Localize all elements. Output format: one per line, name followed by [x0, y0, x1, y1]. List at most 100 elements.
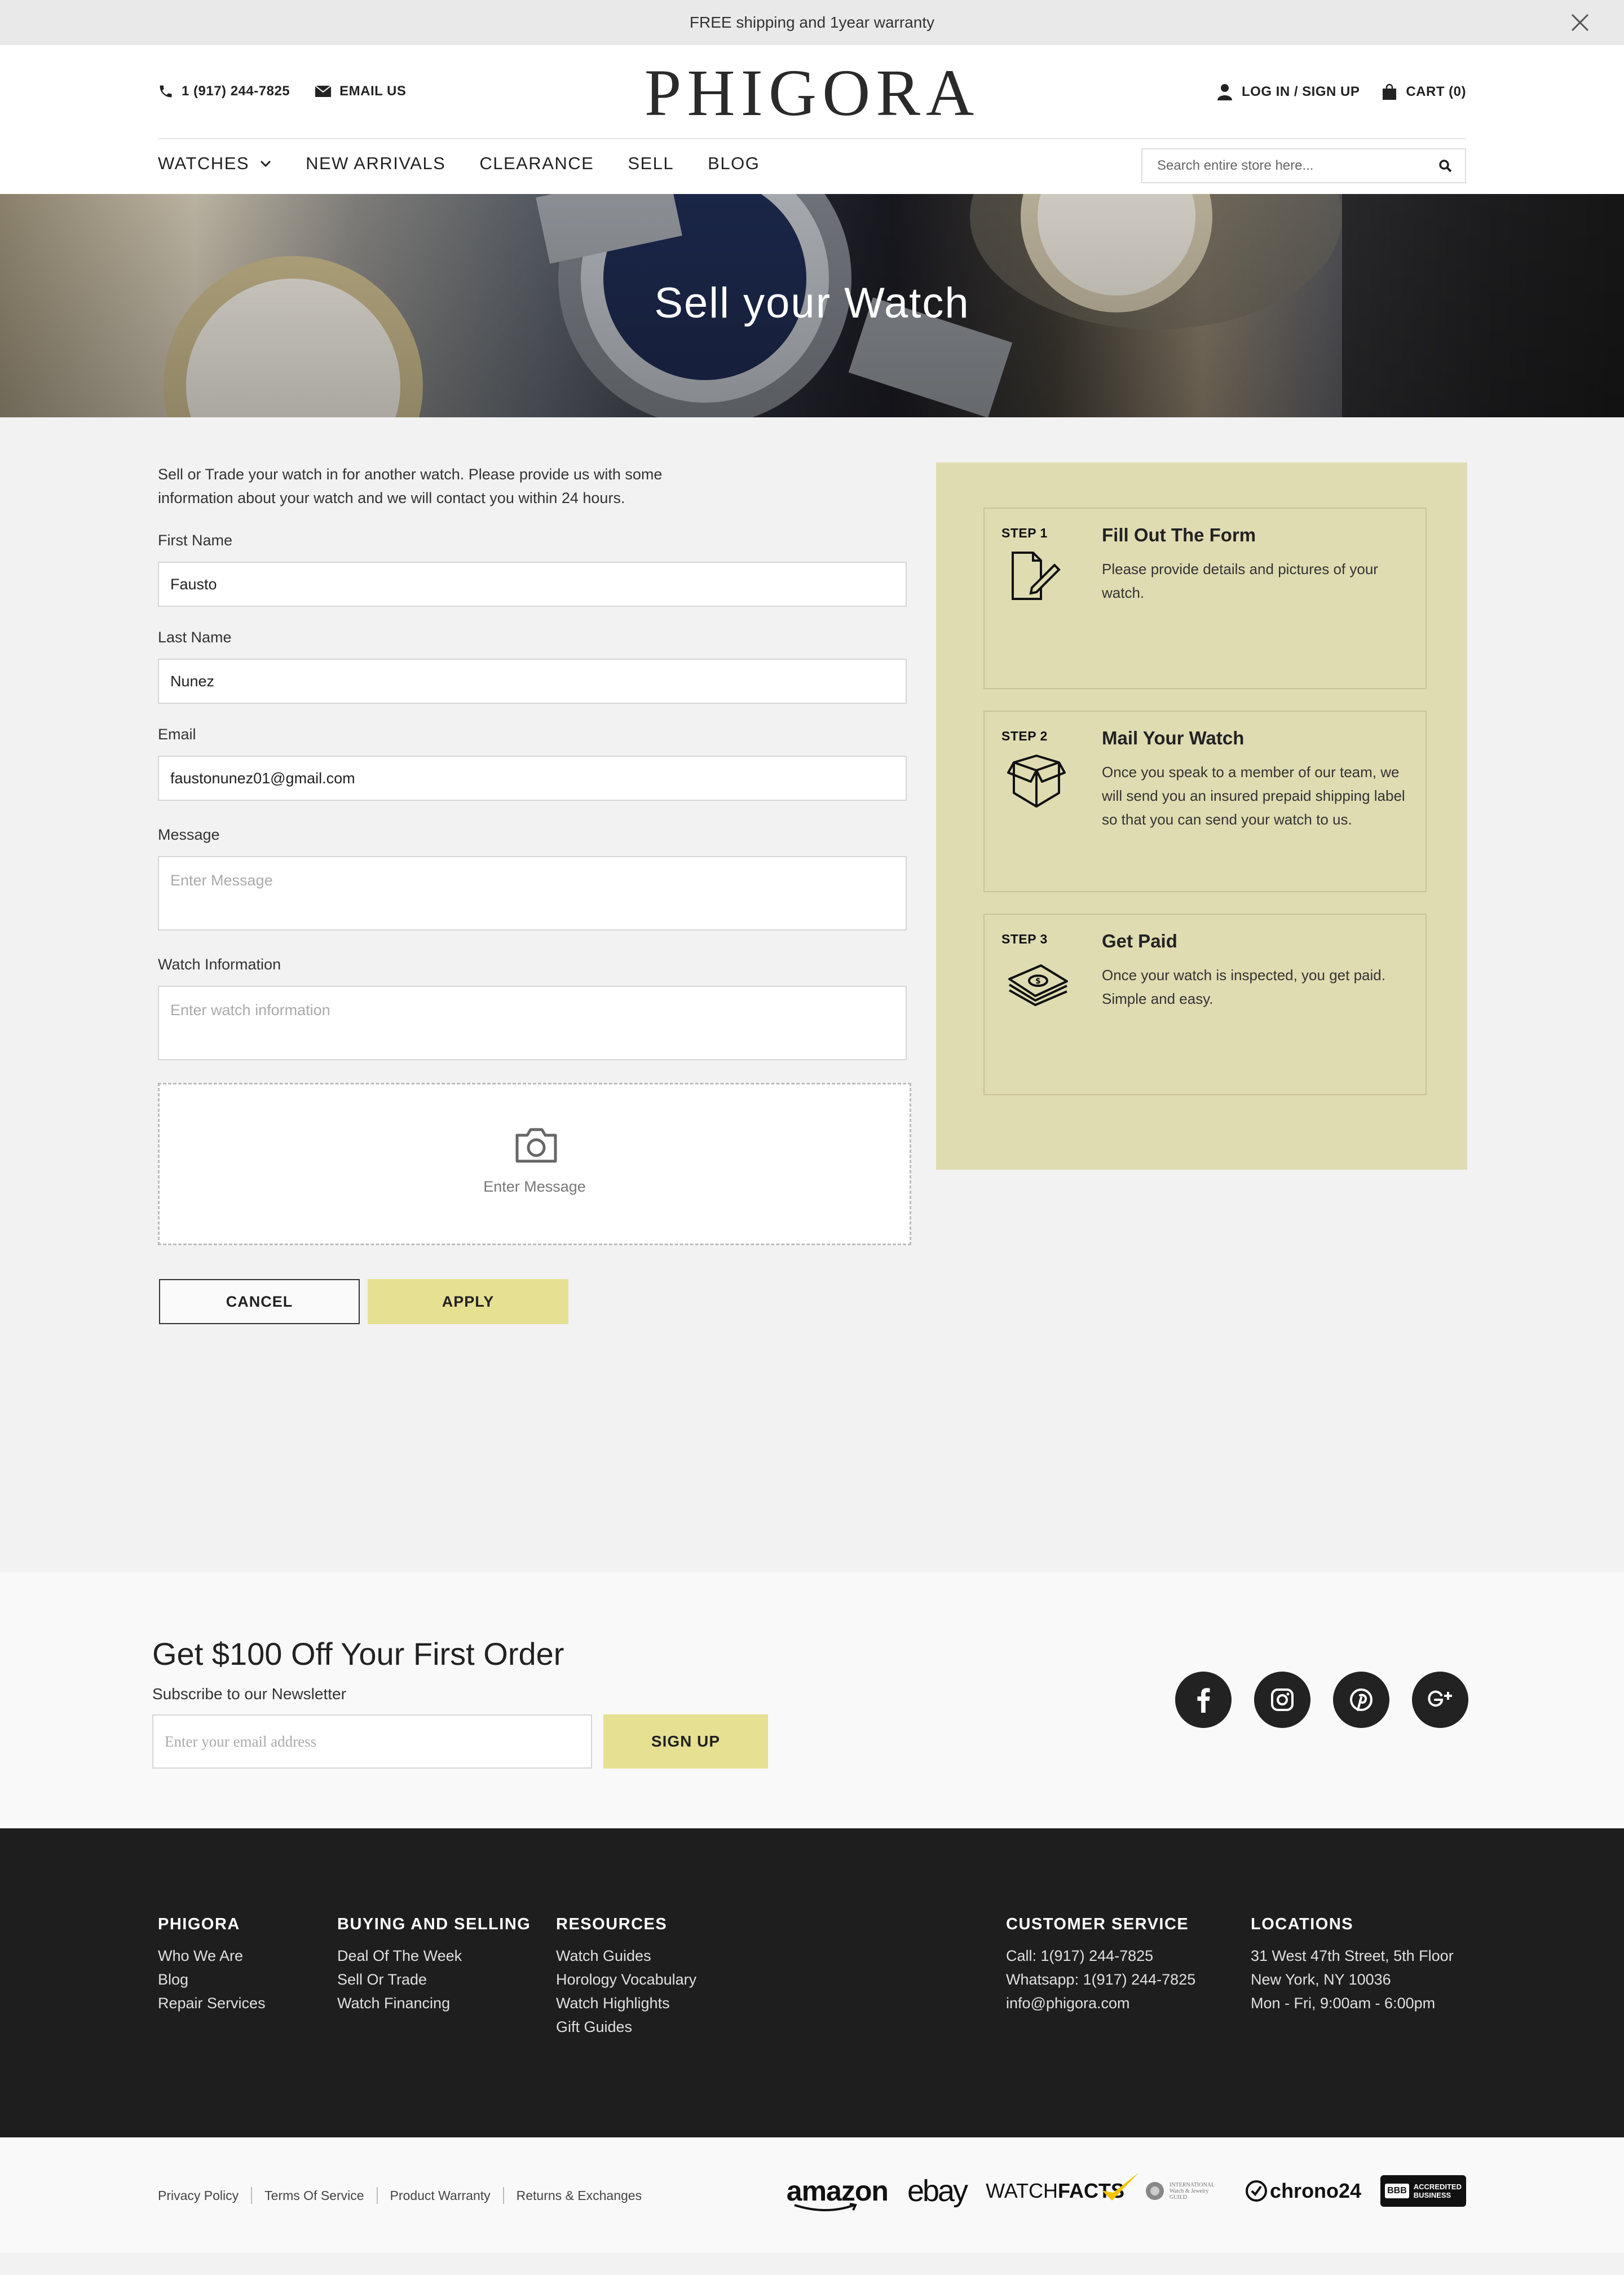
email-value: faustonunez01@gmail.com	[170, 769, 355, 787]
footer-heading: RESOURCES	[556, 1915, 668, 1933]
footer-link[interactable]: Watch Financing	[337, 1991, 531, 2015]
amazon-logo: amazon	[786, 2175, 889, 2211]
footer-link[interactable]: Watch Guides	[556, 1944, 696, 1968]
svg-text:$: $	[1035, 977, 1041, 986]
nav-label: NEW ARRIVALS	[306, 153, 446, 173]
steps-panel: STEP 1 Fill Out The Form Please provide …	[936, 462, 1467, 1170]
instagram-icon[interactable]	[1254, 1672, 1310, 1728]
footer-link[interactable]: Gift Guides	[556, 2015, 696, 2039]
newsletter-subtitle: Subscribe to our Newsletter	[152, 1685, 346, 1703]
divider	[376, 2187, 378, 2204]
google-plus-icon[interactable]	[1412, 1672, 1468, 1728]
footer-link[interactable]: Call: 1(917) 244-7825	[1006, 1944, 1195, 1968]
nav-item-watches[interactable]: WATCHES	[158, 153, 272, 174]
footer-link[interactable]: Repair Services	[158, 1991, 266, 2015]
facebook-icon[interactable]	[1175, 1672, 1232, 1728]
step-number: STEP 3	[1001, 932, 1048, 946]
footer-column-phigora: PHIGORA Who We Are Blog Repair Services	[158, 1915, 266, 2015]
upload-text: Enter Message	[483, 1178, 586, 1195]
message-field[interactable]: Enter Message	[158, 856, 907, 931]
nav-label: SELL	[628, 153, 674, 173]
footer-link[interactable]: Watch Highlights	[556, 1991, 696, 2015]
footer-text: New York, NY 10036	[1251, 1971, 1391, 1988]
step-card: STEP 2 Mail Your Watch Once you speak to…	[983, 711, 1427, 892]
footer-link[interactable]: Blog	[158, 1968, 266, 1991]
box-icon	[1007, 755, 1066, 808]
phone-icon	[160, 85, 172, 98]
nav-item-blog[interactable]: BLOG	[708, 153, 760, 174]
footer-link[interactable]: Deal Of The Week	[337, 1944, 531, 1968]
divider	[502, 2187, 504, 2204]
cash-icon: $	[1008, 964, 1068, 1007]
footer-text: Mon - Fri, 9:00am - 6:00pm	[1251, 1995, 1436, 2012]
last-name-field[interactable]: Nunez	[158, 659, 907, 704]
divider	[251, 2187, 253, 2204]
login-link[interactable]: LOG IN / SIGN UP	[1217, 83, 1360, 100]
step-description: Once you speak to a member of our team, …	[1102, 764, 1405, 828]
chrono24-logo: chrono24	[1245, 2179, 1361, 2203]
bbb-text: ACCREDITED BUSINESS	[1414, 2183, 1462, 2199]
footer-link[interactable]: Sell Or Trade	[337, 1968, 531, 1991]
footer-column-resources: RESOURCES Watch Guides Horology Vocabula…	[556, 1915, 696, 2039]
user-icon	[1217, 84, 1232, 100]
ebay-logo: ebay	[907, 2174, 968, 2208]
nav-item-sell[interactable]: SELL	[628, 153, 674, 174]
amazon-logo-text: amazon	[786, 2175, 889, 2207]
step-card: STEP 1 Fill Out The Form Please provide …	[983, 508, 1427, 689]
iwjg-logo-text: INTERNATIONAL Watch & Jewelry GUILD	[1170, 2181, 1215, 2201]
first-name-value: Fausto	[170, 575, 217, 593]
phone-link[interactable]: 1 (917) 244-7825	[158, 83, 290, 99]
page-bottom-strip	[0, 2252, 1624, 2275]
iwjg-logo: INTERNATIONAL Watch & Jewelry GUILD	[1144, 2180, 1226, 2202]
step-description: Please provide details and pictures of y…	[1102, 561, 1378, 601]
bbb-text-line: BUSINESS	[1413, 2191, 1451, 2199]
cart-link[interactable]: CART (0)	[1382, 83, 1466, 100]
footer-column-customer-service: CUSTOMER SERVICE Call: 1(917) 244-7825 W…	[1006, 1915, 1195, 2015]
nav-label: WATCHES	[158, 153, 250, 173]
camera-icon	[515, 1128, 557, 1163]
nav-item-clearance[interactable]: CLEARANCE	[479, 153, 594, 174]
bbb-mark: BBB	[1385, 2184, 1409, 2198]
nav-label: BLOG	[708, 153, 760, 173]
privacy-policy-link[interactable]: Privacy Policy	[158, 2188, 239, 2203]
watchfacts-logo-part: WATCH	[986, 2179, 1058, 2202]
warranty-link[interactable]: Product Warranty	[390, 2188, 491, 2203]
legal-links: Privacy Policy Terms Of Service Product …	[158, 2187, 642, 2204]
pinterest-icon[interactable]	[1333, 1672, 1389, 1728]
footer-link[interactable]: info@phigora.com	[1006, 1991, 1195, 2015]
phigora-logo[interactable]: PHIGORA	[626, 60, 998, 126]
close-icon[interactable]	[1569, 11, 1591, 34]
footer-link[interactable]: Whatsapp: 1(917) 244-7825	[1006, 1968, 1195, 1991]
email-label: EMAIL US	[339, 83, 407, 99]
checkmark-icon	[1102, 2172, 1140, 2201]
message-label: Message	[158, 826, 220, 843]
nav-item-new-arrivals[interactable]: NEW ARRIVALS	[306, 153, 445, 174]
search-icon[interactable]	[1438, 158, 1453, 173]
email-field[interactable]: faustonunez01@gmail.com	[158, 756, 907, 801]
newsletter-email-input[interactable]: Enter your email address	[152, 1714, 592, 1769]
cancel-button[interactable]: CANCEL	[159, 1279, 360, 1324]
step-number: STEP 2	[1001, 729, 1048, 743]
bbb-text-line: ACCREDITED	[1413, 2183, 1462, 2191]
chrono24-logo-text: chrono24	[1270, 2179, 1362, 2202]
partner-logos: amazon ebay WATCHFACTS INTERNATIONAL Wat…	[786, 2172, 1466, 2211]
apply-button[interactable]: APPLY	[368, 1279, 568, 1324]
newsletter-title: Get $100 Off Your First Order	[152, 1636, 564, 1672]
nav-label: CLEARANCE	[479, 153, 594, 173]
terms-link[interactable]: Terms Of Service	[264, 2188, 364, 2203]
footer-link[interactable]: Who We Are	[158, 1944, 266, 1968]
login-label: LOG IN / SIGN UP	[1241, 84, 1360, 99]
footer-heading: LOCATIONS	[1251, 1915, 1354, 1933]
search-input[interactable]: Search entire store here...	[1141, 148, 1466, 183]
sign-up-button[interactable]: SIGN UP	[603, 1714, 768, 1769]
watch-info-field[interactable]: Enter watch information	[158, 986, 907, 1060]
contact-links: 1 (917) 244-7825 EMAIL US	[158, 83, 406, 99]
photo-upload-dropzone[interactable]: Enter Message	[158, 1083, 911, 1245]
first-name-field[interactable]: Fausto	[158, 562, 907, 607]
returns-link[interactable]: Returns & Exchanges	[517, 2188, 642, 2203]
footer-link[interactable]: Horology Vocabulary	[556, 1968, 696, 1991]
email-link[interactable]: EMAIL US	[315, 83, 406, 99]
bbb-accredited-badge: BBB ACCREDITED BUSINESS	[1380, 2175, 1466, 2207]
account-links: LOG IN / SIGN UP CART (0)	[1217, 83, 1466, 100]
step-card: STEP 3 $ Get Paid Once your watch is ins…	[983, 914, 1427, 1095]
